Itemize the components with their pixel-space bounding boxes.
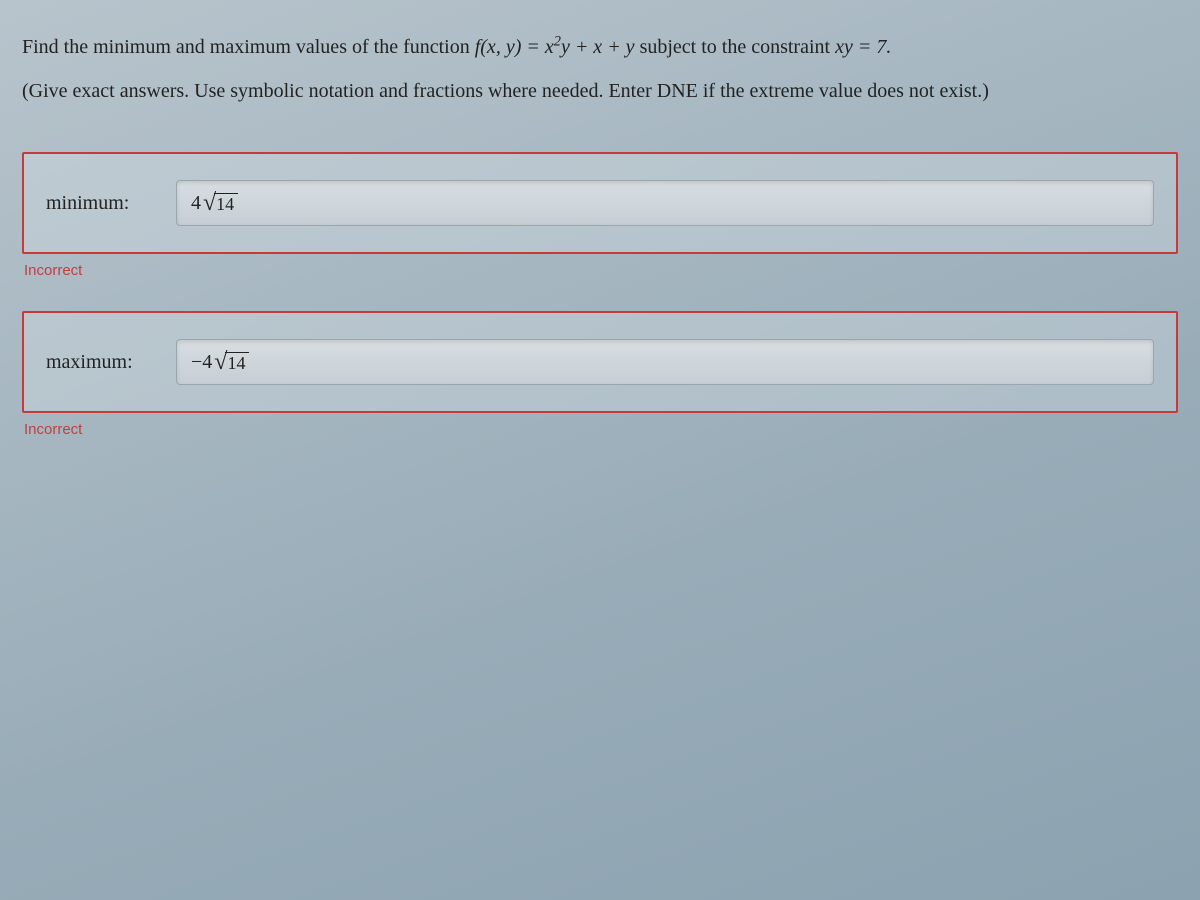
minimum-coef: 4 (191, 192, 201, 215)
maximum-coef: −4 (191, 351, 212, 374)
answer-group-minimum: minimum: 4 √ 14 Incorrect (22, 152, 1178, 279)
constraint-expression: xy = 7. (835, 36, 891, 58)
answer-box-minimum: minimum: 4 √ 14 (22, 152, 1178, 254)
function-expression: f(x, y) = x2y + x + y (475, 36, 640, 58)
prompt-prefix: Find the minimum and maximum values of t… (22, 36, 475, 58)
answer-group-maximum: maximum: −4 √ 14 Incorrect (22, 311, 1178, 438)
question-prompt: Find the minimum and maximum values of t… (22, 28, 1178, 66)
maximum-radicand: 14 (225, 352, 249, 374)
maximum-input[interactable]: −4 √ 14 (176, 339, 1154, 385)
minimum-radicand: 14 (214, 193, 238, 215)
question-page: Find the minimum and maximum values of t… (0, 0, 1200, 498)
minimum-label: minimum: (46, 192, 156, 215)
maximum-label: maximum: (46, 351, 156, 374)
sqrt-icon: √ 14 (203, 191, 238, 215)
maximum-feedback: Incorrect (24, 421, 1178, 438)
answer-box-maximum: maximum: −4 √ 14 (22, 311, 1178, 413)
sqrt-icon: √ 14 (214, 350, 249, 374)
minimum-input[interactable]: 4 √ 14 (176, 180, 1154, 226)
minimum-feedback: Incorrect (24, 262, 1178, 279)
question-instructions: (Give exact answers. Use symbolic notati… (22, 72, 1178, 110)
prompt-mid: subject to the constraint (640, 36, 836, 58)
